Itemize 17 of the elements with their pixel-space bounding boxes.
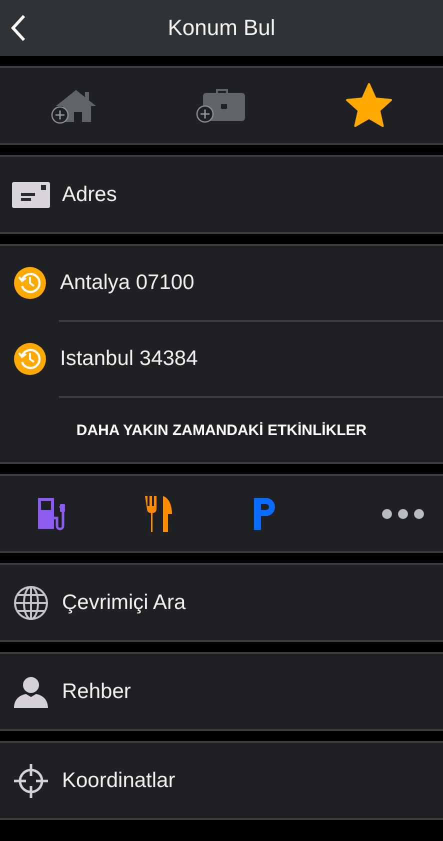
history-icon: [14, 267, 46, 299]
menu-item[interactable]: Koordinatlar: [62, 768, 176, 792]
menu-item[interactable]: Çevrimiçi Ara: [62, 590, 186, 614]
more-events-link[interactable]: DAHA YAKIN ZAMANDAKİ ETKİNLİKLER: [68, 398, 375, 462]
recent-place[interactable]: Istanbul 34384: [60, 347, 198, 371]
screen-title: Konum Bul: [168, 15, 276, 41]
back-icon: [10, 14, 26, 42]
recent-place[interactable]: Antalya 07100: [60, 271, 194, 295]
star-icon[interactable]: [345, 82, 394, 130]
crosshair-icon: [12, 762, 50, 800]
globe-icon: [13, 584, 49, 620]
menu-item[interactable]: Adres: [62, 182, 117, 206]
envelope-icon: [12, 182, 50, 208]
history-icon: [14, 343, 46, 375]
person-icon: [13, 676, 49, 708]
menu-item[interactable]: Rehber: [62, 680, 131, 704]
more-icon[interactable]: [381, 508, 425, 520]
